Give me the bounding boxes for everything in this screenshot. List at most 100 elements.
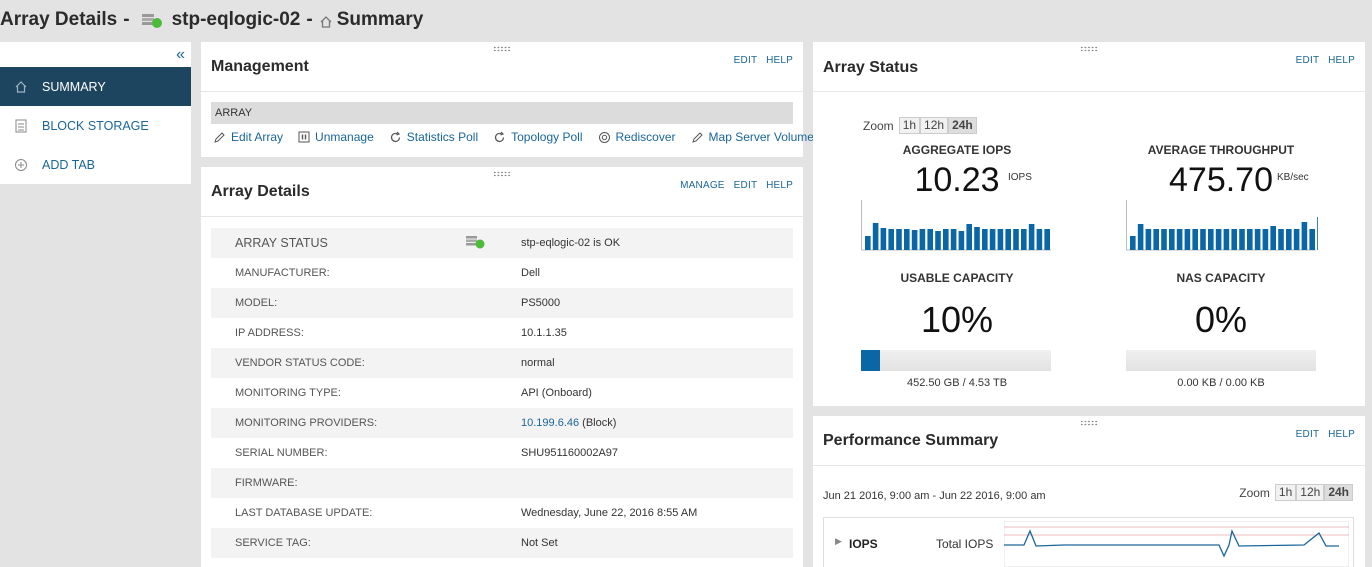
- sparkline-bar: [1262, 229, 1269, 250]
- metric-unit: IOPS: [1008, 172, 1032, 183]
- drag-handle-icon[interactable]: [493, 171, 511, 177]
- iops-performance-row[interactable]: ▶ IOPS Total IOPS: [823, 517, 1354, 567]
- statistics-poll-button[interactable]: Statistics Poll: [389, 130, 478, 144]
- table-row: MANUFACTURER: Dell: [211, 258, 793, 288]
- panel-title: Management: [211, 58, 309, 75]
- usable-capacity-metric: USABLE CAPACITY 10%: [857, 271, 1057, 341]
- title-separator-2: -: [306, 9, 313, 30]
- help-link[interactable]: HELP: [766, 55, 793, 66]
- details-table: ARRAY STATUS stp-eqlogic-02 is OK MANUFA…: [211, 228, 793, 558]
- refresh-icon: [495, 131, 505, 142]
- panel-links: EDIT HELP: [728, 55, 793, 66]
- sparkline-bar: [880, 228, 887, 250]
- management-actions: Edit Array Unmanage Statistics Poll Topo…: [213, 130, 835, 144]
- edit-link[interactable]: EDIT: [734, 180, 757, 191]
- row-value: SHU951160002A97: [521, 447, 619, 459]
- topology-poll-button[interactable]: Topology Poll: [493, 130, 583, 144]
- table-row: SERVICE TAG: Not Set: [211, 528, 793, 558]
- view-name: Summary: [336, 9, 424, 30]
- sparkline-bar: [1044, 229, 1050, 250]
- sidebar-item-block-storage[interactable]: BLOCK STORAGE: [0, 106, 191, 145]
- unmanage-label: Unmanage: [315, 130, 374, 144]
- pencil-icon: [214, 131, 225, 143]
- row-key: MONITORING TYPE:: [235, 387, 341, 399]
- sparkline-bar: [1231, 229, 1237, 250]
- zoom-12h-button[interactable]: 12h: [1296, 484, 1325, 501]
- sparkline-bar: [1309, 229, 1315, 250]
- row-value: Total IOPS: [936, 537, 994, 551]
- row-key: VENDOR STATUS CODE:: [235, 357, 365, 369]
- zoom-1h-button[interactable]: 1h: [898, 117, 921, 134]
- drag-handle-icon[interactable]: [1080, 46, 1098, 52]
- metric-label: AGGREGATE IOPS: [902, 143, 1012, 157]
- sidebar-item-label: BLOCK STORAGE: [42, 118, 149, 133]
- monitoring-provider-link[interactable]: 10.199.6.46: [521, 417, 579, 429]
- sparkline-bar: [1317, 217, 1318, 250]
- row-label: IOPS: [849, 537, 878, 551]
- array-section-bar: ARRAY: [211, 102, 793, 124]
- row-key: IP ADDRESS:: [235, 327, 304, 339]
- edit-array-button[interactable]: Edit Array: [213, 130, 283, 144]
- monitoring-provider-type: (Block): [579, 417, 617, 429]
- sparkline-bar: [919, 229, 926, 250]
- home-icon: [0, 80, 42, 94]
- sparkline-bar: [1137, 224, 1144, 250]
- help-link[interactable]: HELP: [1328, 55, 1355, 66]
- edit-link[interactable]: EDIT: [734, 55, 757, 66]
- table-row: IP ADDRESS: 10.1.1.35: [211, 318, 793, 348]
- table-row: FIRMWARE:: [211, 468, 793, 498]
- sparkline-bar: [935, 231, 941, 250]
- map-server-volumes-button[interactable]: Map Server Volumes: [691, 130, 820, 144]
- edit-link[interactable]: EDIT: [1296, 429, 1319, 440]
- sparkline-bar: [1005, 229, 1011, 250]
- sparkline-bar: [888, 229, 894, 250]
- row-value: 10.199.6.46 (Block): [521, 417, 616, 429]
- drag-handle-icon[interactable]: [1080, 420, 1098, 426]
- sparkline-bar: [1293, 229, 1300, 250]
- sparkline-bar: [865, 236, 871, 250]
- sparkline-bar: [1028, 224, 1035, 250]
- unmanage-button[interactable]: Unmanage: [298, 130, 374, 144]
- array-status-panel: Array Status EDIT HELP Zoom 1h 12h 24h A…: [813, 42, 1365, 406]
- edit-link[interactable]: EDIT: [1296, 55, 1319, 66]
- sparkline-bar: [989, 229, 996, 250]
- sidebar-item-add-tab[interactable]: ADD TAB: [0, 145, 191, 184]
- panel-links: EDIT HELP: [1290, 55, 1355, 66]
- sparkline-bar: [943, 229, 949, 250]
- zoom-24h-button[interactable]: 24h: [1324, 484, 1353, 501]
- zoom-label: Zoom: [863, 118, 894, 133]
- table-row: MODEL: PS5000: [211, 288, 793, 318]
- panel-links: MANAGE EDIT HELP: [674, 180, 793, 191]
- sparkline-bar: [958, 231, 965, 250]
- sparkline-bar: [1192, 229, 1198, 250]
- manage-link[interactable]: MANAGE: [680, 180, 725, 191]
- zoom-1h-button[interactable]: 1h: [1274, 484, 1297, 501]
- nas-capacity-metric: NAS CAPACITY 0%: [1121, 271, 1321, 341]
- sparkline-bar: [1036, 229, 1043, 250]
- row-value: Not Set: [521, 537, 558, 549]
- sparkline-bar: [997, 229, 1004, 250]
- sparkline-bar: [950, 229, 957, 250]
- rediscover-label: Rediscover: [615, 130, 676, 144]
- help-link[interactable]: HELP: [766, 180, 793, 191]
- table-row: LAST DATABASE UPDATE: Wednesday, June 22,…: [211, 498, 793, 528]
- expand-triangle-icon[interactable]: ▶: [835, 536, 842, 547]
- sparkline-bar: [1169, 229, 1175, 250]
- sparkline-bar: [904, 229, 910, 250]
- sparkline-bar: [896, 229, 902, 250]
- panel-title: Performance Summary: [823, 432, 999, 449]
- zoom-12h-button[interactable]: 12h: [920, 117, 949, 134]
- collapse-sidebar-icon[interactable]: «: [176, 47, 185, 63]
- rediscover-button[interactable]: Rediscover: [598, 130, 676, 144]
- sidebar-item-summary[interactable]: SUMMARY: [0, 67, 191, 106]
- zoom-24h-button[interactable]: 24h: [948, 117, 977, 134]
- map-server-volumes-label: Map Server Volumes: [708, 130, 820, 144]
- sparkline-bar: [1301, 222, 1308, 250]
- help-link[interactable]: HELP: [1328, 429, 1355, 440]
- sparkline-bar: [974, 227, 980, 250]
- drag-handle-icon[interactable]: [493, 46, 511, 52]
- storage-icon: [0, 119, 42, 133]
- sidebar-item-label: ADD TAB: [42, 157, 96, 172]
- row-key: SERVICE TAG:: [235, 537, 311, 549]
- plus-circle-icon: [0, 158, 42, 172]
